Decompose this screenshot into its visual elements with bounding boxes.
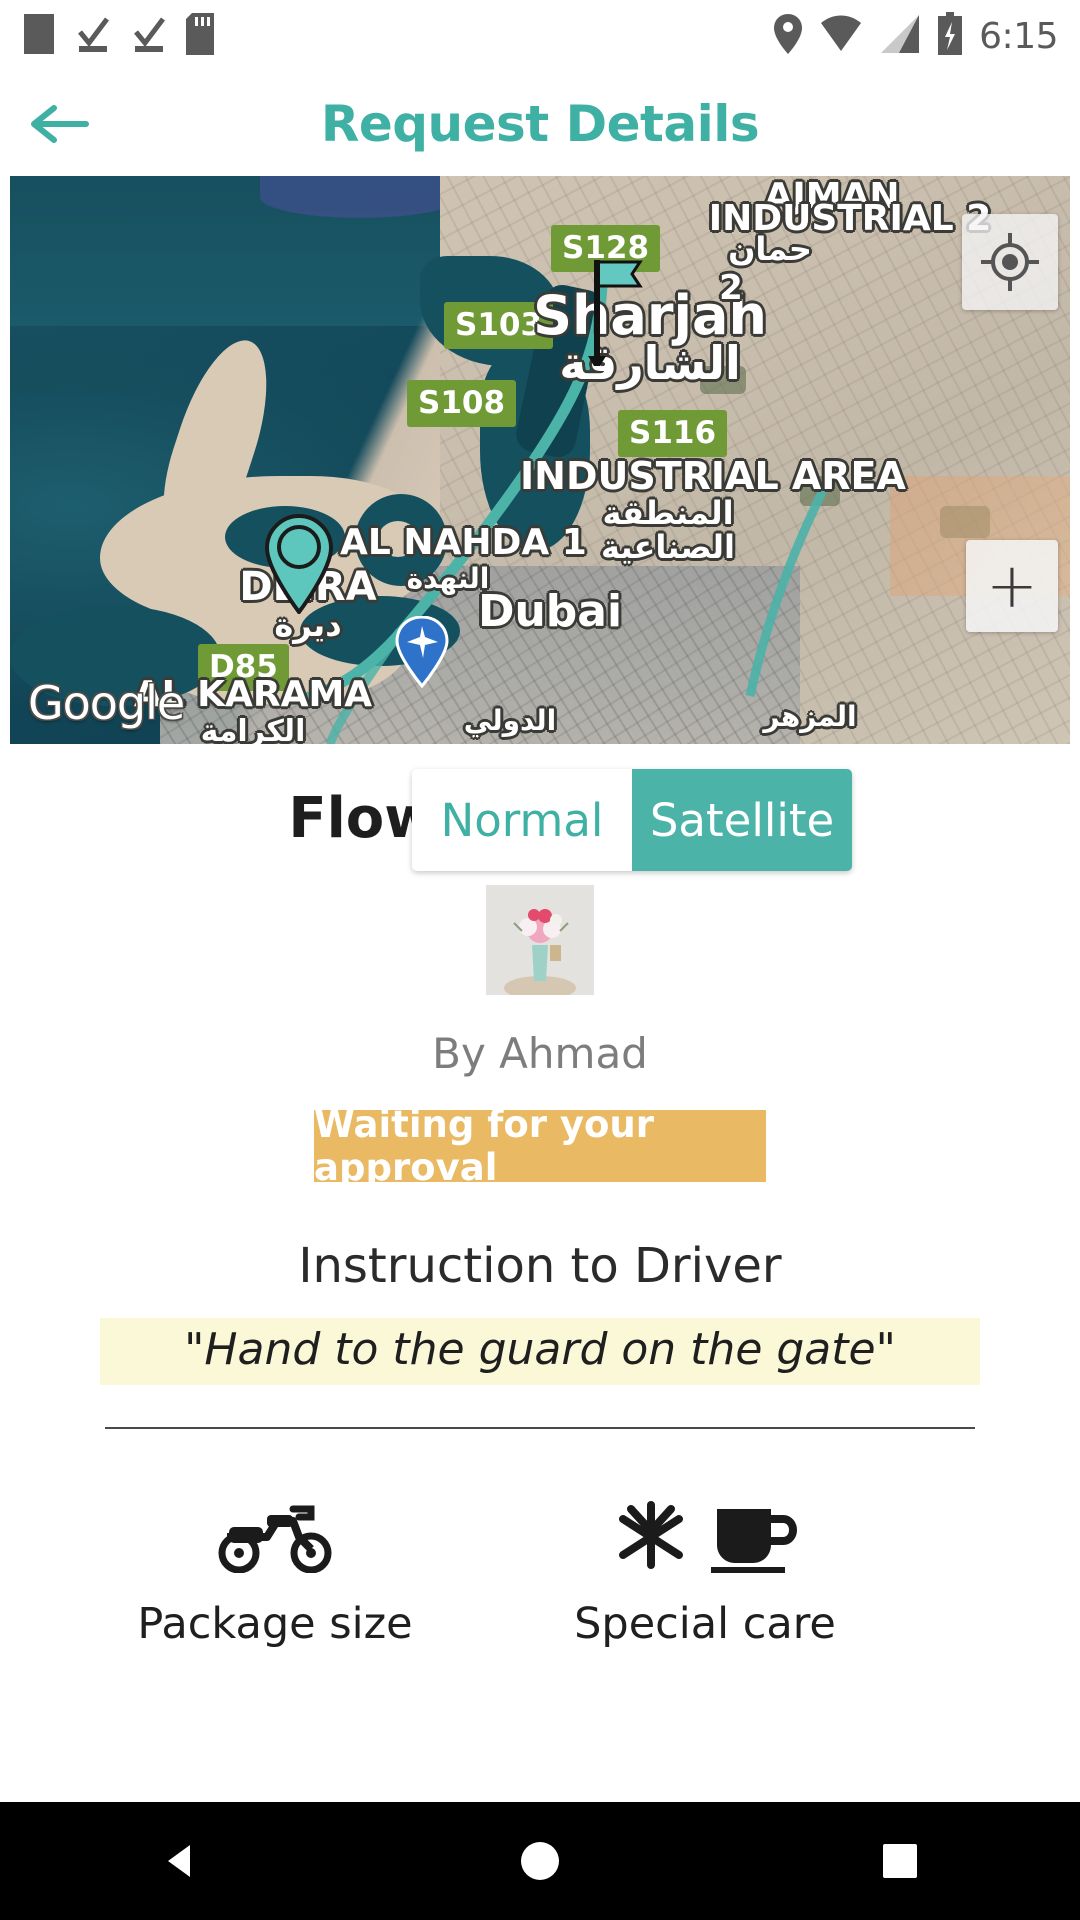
nav-recents-button[interactable] (810, 1802, 990, 1920)
road-shield: S116 (618, 410, 728, 457)
screenshot-icon (22, 12, 56, 61)
map-place-label: AL NAHDA 1 (340, 522, 587, 563)
request-details-content: Flowers to Mom By Ahmad Wa (0, 744, 1080, 1649)
map-type-toggle[interactable]: Normal Satellite (412, 769, 852, 871)
request-thumbnail-wrapper (0, 885, 1080, 995)
nav-home-button[interactable] (450, 1802, 630, 1920)
zoom-in-button[interactable]: + (966, 540, 1058, 632)
task-done-icon (74, 12, 112, 61)
map-place-label-arabic: المزهر (763, 700, 857, 733)
map-place-label-arabic: حمان (728, 230, 812, 268)
task-done-icon (130, 12, 168, 61)
map-place-label: Dubai (477, 586, 623, 637)
motorcycle-icon (120, 1495, 430, 1575)
status-badge: Waiting for your approval (314, 1103, 766, 1189)
map-place-label-arabic: الكرامة (200, 714, 306, 744)
nav-back-button[interactable] (90, 1802, 270, 1920)
status-bar-right-icons: 6:15 (773, 11, 1058, 61)
section-divider (105, 1427, 975, 1429)
instruction-heading: Instruction to Driver (298, 1238, 782, 1294)
request-author: By Ahmad (432, 1029, 648, 1078)
map-place-label: 2 (719, 268, 743, 308)
status-bar-clock: 6:15 (979, 15, 1058, 57)
map-place-label-arabic: الصناعية (601, 528, 735, 566)
feature-special-care[interactable]: Special care (550, 1495, 860, 1649)
location-icon (773, 13, 803, 60)
map-type-normal-button[interactable]: Normal (412, 769, 632, 871)
origin-flag-icon[interactable] (588, 256, 650, 373)
map-view[interactable]: S128 S103 S108 S116 D85 AJMAN INDUSTRIAL… (10, 176, 1070, 744)
app-screen: 6:15 Request Details S128 S103 S108 S116… (0, 0, 1080, 1920)
battery-charging-icon (937, 11, 963, 61)
request-thumbnail[interactable] (486, 885, 594, 995)
feature-package-size[interactable]: Package size (120, 1495, 430, 1649)
status-bar-left-icons (22, 12, 214, 61)
map-satellite-imagery: S128 S103 S108 S116 D85 AJMAN INDUSTRIAL… (10, 176, 1070, 744)
airport-pin-icon (395, 615, 449, 693)
map-place-label-arabic: الدولي (463, 704, 557, 737)
my-location-button[interactable] (962, 214, 1058, 310)
map-place-label: INDUSTRIAL AREA (520, 454, 906, 498)
map-type-satellite-button[interactable]: Satellite (632, 769, 852, 871)
page-title: Request Details (320, 95, 760, 153)
wifi-icon (819, 13, 863, 60)
feature-label: Special care (574, 1599, 836, 1649)
features-row: Package size Special care (0, 1495, 1080, 1649)
feature-label: Package size (137, 1599, 413, 1649)
map-place-label-arabic: الشارقة (559, 336, 741, 390)
snowflake-cup-icon (550, 1495, 860, 1575)
android-nav-bar (0, 1802, 1080, 1920)
google-logo: Google (28, 676, 185, 730)
map-place-label-arabic: المنطقة (602, 494, 734, 532)
app-header: Request Details (0, 72, 1080, 176)
signal-icon (879, 13, 921, 60)
sd-card-icon (186, 12, 214, 60)
destination-pin-icon[interactable] (263, 513, 335, 619)
road-shield: S108 (407, 380, 517, 427)
status-bar: 6:15 (0, 0, 1080, 72)
instruction-text: "Hand to the guard on the gate" (100, 1318, 980, 1385)
